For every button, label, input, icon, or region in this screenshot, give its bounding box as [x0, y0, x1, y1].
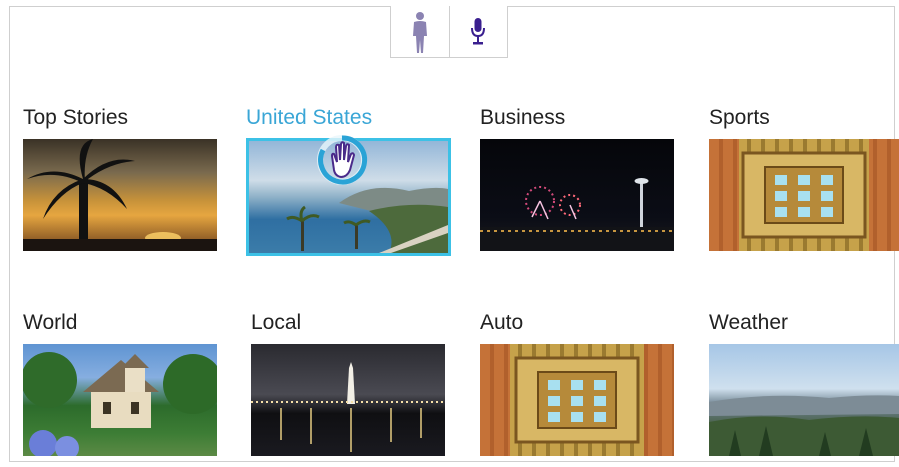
hand-pointer-icon — [317, 135, 368, 185]
category-tile-auto[interactable]: Auto — [480, 311, 675, 461]
category-label-selected: United States — [246, 106, 373, 129]
input-mode-toolbar — [390, 6, 508, 58]
category-label: Weather — [709, 311, 788, 334]
category-tile-business[interactable]: Business — [480, 106, 675, 256]
monument-night-scene — [251, 362, 445, 452]
category-tile-local[interactable]: Local — [251, 311, 445, 461]
person-silhouette-icon — [412, 11, 427, 53]
category-tile-sports[interactable]: Sports — [709, 106, 899, 256]
palm-tree-silhouette — [23, 139, 217, 251]
category-label: Local — [251, 311, 302, 334]
microphone-icon — [471, 17, 486, 44]
category-label: Business — [480, 106, 566, 129]
hand-cursor-overlay — [314, 132, 370, 188]
category-label: Sports — [709, 106, 770, 129]
auto-thumbnail — [480, 344, 674, 456]
voice-mode-button[interactable] — [448, 6, 508, 57]
valley-landscape-scene — [709, 395, 899, 456]
category-tile-weather[interactable]: Weather — [709, 311, 899, 461]
business-thumbnail — [480, 139, 674, 251]
weather-thumbnail — [709, 344, 899, 456]
ornate-ceiling-pattern — [709, 139, 899, 251]
local-thumbnail — [251, 344, 445, 456]
category-tile-world[interactable]: World — [23, 311, 217, 461]
city-fireworks-scene — [480, 178, 674, 251]
category-label: World — [23, 311, 78, 334]
top-stories-thumbnail — [23, 139, 217, 251]
gesture-mode-button[interactable] — [391, 6, 449, 57]
world-thumbnail — [23, 344, 217, 456]
sports-thumbnail — [709, 139, 899, 251]
ornate-ceiling-pattern — [480, 344, 674, 456]
category-label: Auto — [480, 311, 524, 334]
category-label: Top Stories — [23, 106, 129, 129]
category-tile-united-states[interactable]: United States — [246, 106, 452, 258]
category-tile-top-stories[interactable]: Top Stories — [23, 106, 217, 256]
cottage-scene — [23, 352, 217, 456]
